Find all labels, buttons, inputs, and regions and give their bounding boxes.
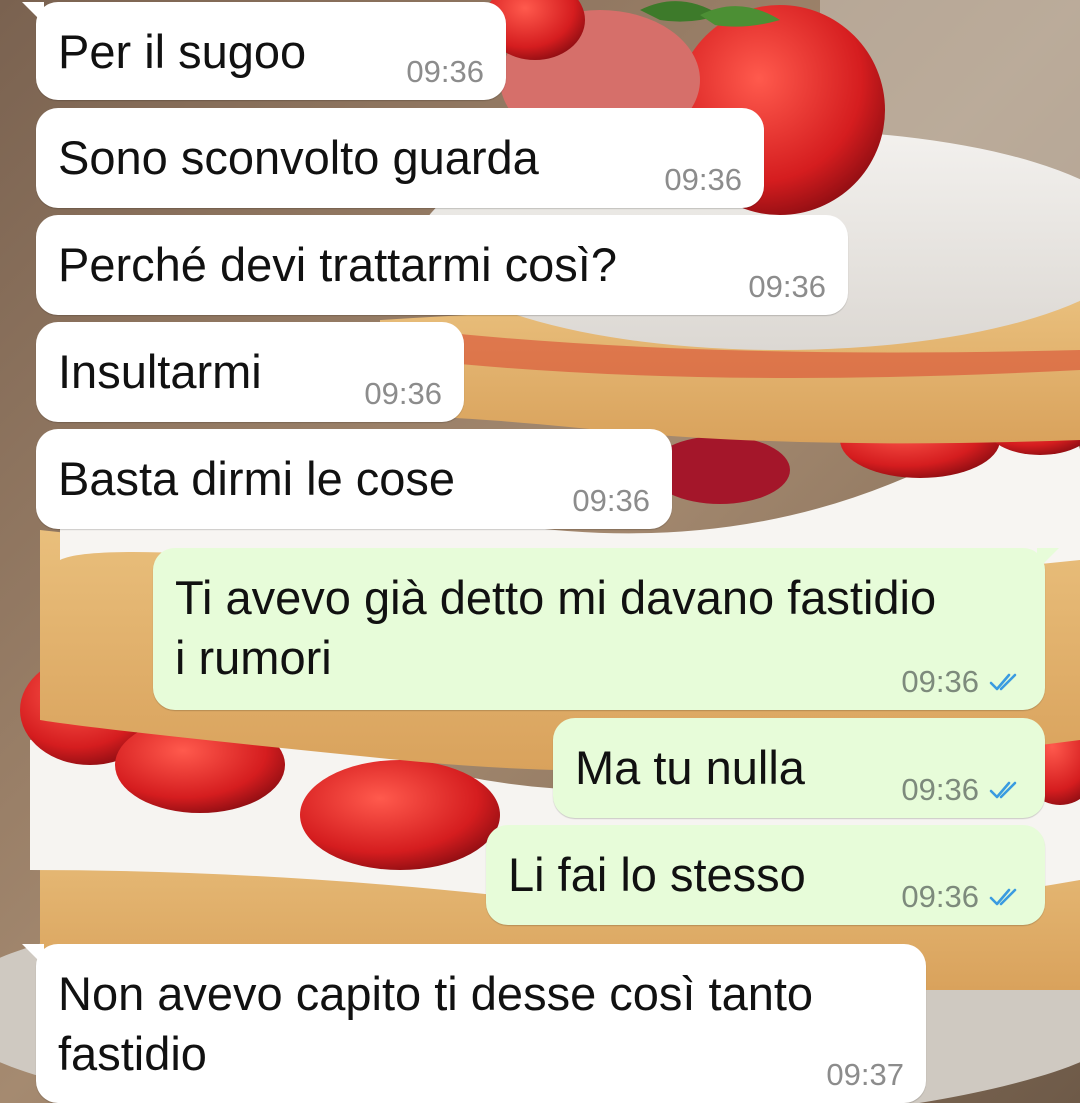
message-text: Perché devi trattarmi così? bbox=[58, 238, 617, 291]
message-time: 09:36 bbox=[406, 54, 484, 89]
outgoing-message[interactable]: Ma tu nulla 09:36 bbox=[553, 718, 1045, 818]
message-time: 09:36 bbox=[664, 162, 742, 197]
outgoing-message[interactable]: Li fai lo stesso 09:36 bbox=[486, 825, 1045, 925]
message-meta: 09:36 bbox=[901, 772, 1023, 808]
bubble-tail bbox=[22, 2, 44, 24]
message-text: Basta dirmi le cose bbox=[58, 452, 456, 505]
outgoing-message[interactable]: Ti avevo già detto mi davano fastidio i … bbox=[153, 548, 1059, 710]
incoming-message[interactable]: Non avevo capito ti desse così tanto fas… bbox=[22, 944, 926, 1103]
message-meta: 09:37 bbox=[826, 1057, 904, 1093]
message-time: 09:36 bbox=[901, 664, 979, 699]
message-time: 09:36 bbox=[572, 483, 650, 518]
incoming-message[interactable]: Insultarmi 09:36 bbox=[36, 322, 464, 422]
message-text-line: i rumori bbox=[175, 631, 332, 684]
message-time: 09:36 bbox=[364, 376, 442, 411]
double-check-icon bbox=[989, 781, 1017, 799]
message-list[interactable]: Per il sugoo 09:36 Sono sconvolto guarda… bbox=[0, 0, 1080, 1103]
incoming-message[interactable]: Perché devi trattarmi così? 09:36 bbox=[36, 215, 848, 315]
incoming-message[interactable]: Per il sugoo 09:36 bbox=[22, 2, 506, 100]
double-check-icon bbox=[989, 673, 1017, 691]
message-text-line: Ti avevo già detto mi davano fastidio bbox=[175, 571, 937, 624]
bubble-tail bbox=[1037, 548, 1059, 570]
message-time: 09:36 bbox=[748, 269, 826, 304]
message-text-line: Non avevo capito ti desse così tanto bbox=[58, 967, 814, 1020]
message-meta: 09:36 bbox=[901, 879, 1023, 915]
message-text: Sono sconvolto guarda bbox=[58, 131, 539, 184]
message-meta: 09:36 bbox=[406, 54, 484, 90]
message-meta: 09:36 bbox=[748, 269, 826, 305]
message-meta: 09:36 bbox=[572, 483, 650, 519]
incoming-message[interactable]: Sono sconvolto guarda 09:36 bbox=[36, 108, 764, 208]
message-text-line: fastidio bbox=[58, 1027, 207, 1080]
message-meta: 09:36 bbox=[901, 664, 1023, 700]
bubble-tail bbox=[22, 944, 44, 966]
message-time: 09:37 bbox=[826, 1057, 904, 1092]
incoming-message[interactable]: Basta dirmi le cose 09:36 bbox=[36, 429, 672, 529]
message-meta: 09:36 bbox=[664, 162, 742, 198]
message-meta: 09:36 bbox=[364, 376, 442, 412]
message-time: 09:36 bbox=[901, 772, 979, 807]
double-check-icon bbox=[989, 888, 1017, 906]
message-time: 09:36 bbox=[901, 879, 979, 914]
